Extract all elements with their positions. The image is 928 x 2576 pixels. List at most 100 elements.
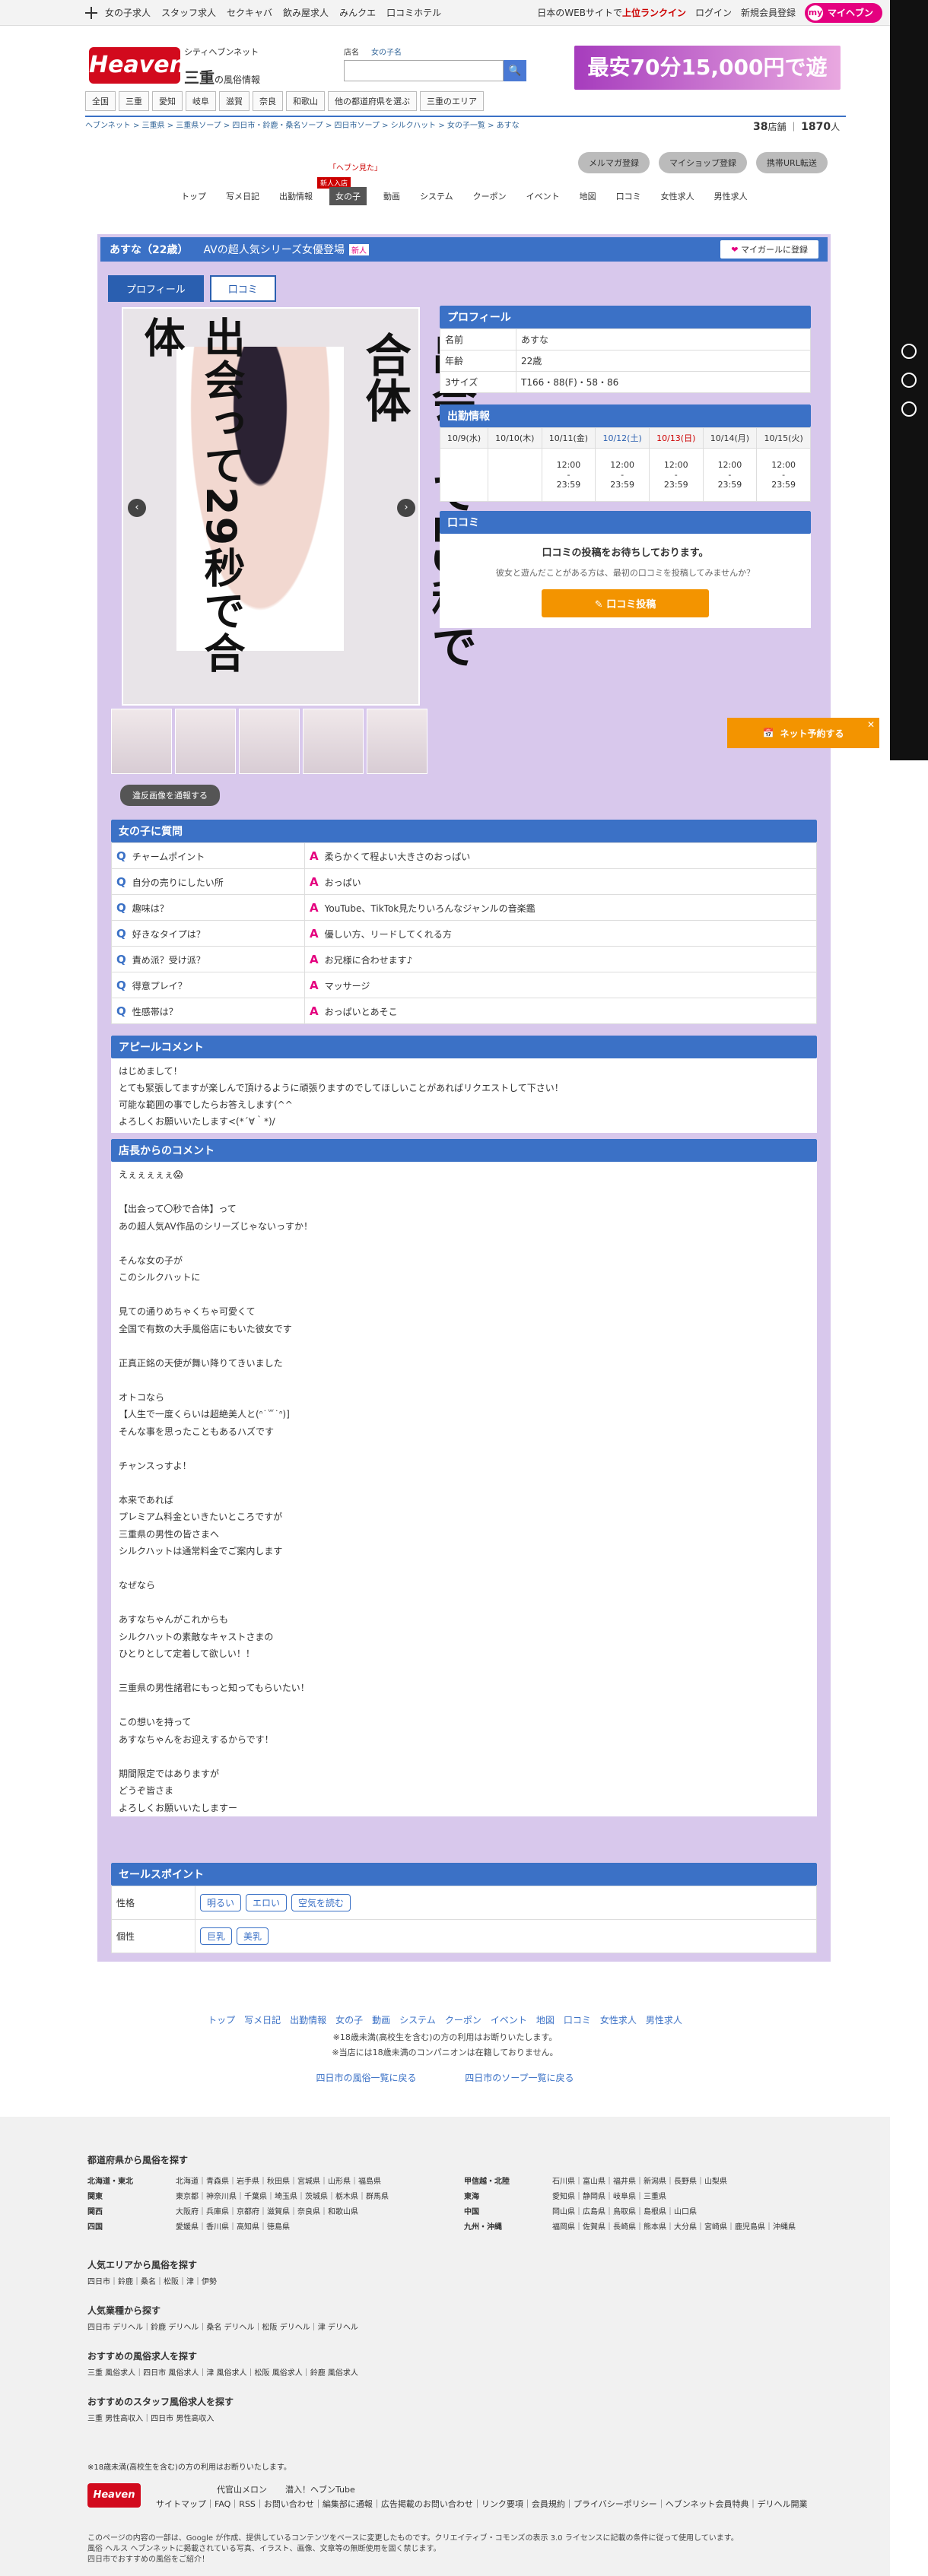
sales-row: 個性 巨乳 美乳 <box>111 1919 817 1953</box>
area-btn[interactable]: 和歌山 <box>286 91 325 111</box>
login-link[interactable]: ログイン <box>695 6 732 19</box>
comment-line <box>111 1663 817 1680</box>
search-button[interactable]: 🔍 <box>504 60 526 81</box>
sales-tag[interactable]: 美乳 <box>237 1927 269 1945</box>
close-icon[interactable]: ✕ <box>867 719 875 730</box>
sales-section: セールスポイント 性格 明るい エロい 空気を読む 個性 巨乳 美乳 <box>111 1863 817 1953</box>
search-tab-girl[interactable]: 女の子名 <box>371 46 402 57</box>
nav-top[interactable]: トップ <box>178 187 209 205</box>
nav-male-job[interactable]: 男性求人 <box>711 187 751 205</box>
sidebar-favorite[interactable] <box>890 344 928 359</box>
toplink-6[interactable]: 口コミホテル <box>386 6 441 19</box>
area-btn[interactable]: 三重のエリア <box>420 91 484 111</box>
prefecture-title: 三重の風俗情報 <box>184 68 261 87</box>
promo-banner[interactable]: 最安70分15,000円で遊ぶ！ <box>574 46 841 124</box>
melon-link[interactable]: 代官山メロン <box>217 2483 267 2495</box>
comment-line: 本来であれば <box>119 1494 173 1505</box>
mygirl-button[interactable]: ❤ マイガールに登録 <box>720 240 818 259</box>
area-btn[interactable]: 愛知 <box>152 91 183 111</box>
footer-logo[interactable]: Heaven <box>87 2483 141 2508</box>
nav-map[interactable]: 地図 <box>577 187 599 205</box>
section-title: 女の子に質問 <box>111 820 817 842</box>
calendar-icon: 📅 <box>762 728 774 738</box>
rank-text: 日本のWEBサイトで上位ランクイン <box>537 8 686 18</box>
comment-line: このシルクハットに <box>119 1272 201 1283</box>
area-btn[interactable]: 他の都道府県を選ぶ <box>328 91 417 111</box>
sidebar-history[interactable] <box>890 373 928 388</box>
thumbnail[interactable] <box>367 709 427 774</box>
nav-review[interactable]: 口コミ <box>613 187 644 205</box>
sidebar-chat[interactable] <box>890 401 928 417</box>
next-arrow-icon[interactable]: › <box>397 499 415 517</box>
tab-profile[interactable]: プロフィール <box>108 275 204 302</box>
myheaven-button[interactable]: my マイヘブン <box>804 2 882 23</box>
tab-review[interactable]: 口コミ <box>209 275 276 302</box>
thumbnail[interactable] <box>239 709 300 774</box>
sales-tag[interactable]: 巨乳 <box>200 1927 233 1945</box>
comment-line <box>111 1560 817 1578</box>
section-title: 出勤情報 <box>440 404 811 427</box>
nav-coupon[interactable]: クーポン <box>470 187 510 205</box>
area-btn[interactable]: 奈良 <box>253 91 283 111</box>
main-photo[interactable]: 出会って29秒で合体 出会って29秒で合体 ‹ › <box>122 307 477 706</box>
heaven-logo[interactable]: Heaven <box>89 47 186 84</box>
profile-table-section: プロフィール 名前 あすな 年齢 22歳 3サイズ T166・88(F)・58・86 <box>440 306 811 393</box>
net-reserve-button[interactable]: 📅 ネット予約する ✕ <box>727 718 879 748</box>
post-review-button[interactable]: ✎ 口コミ投稿 <box>541 589 710 617</box>
search-input[interactable] <box>344 60 504 81</box>
sales-tag[interactable]: 空気を読む <box>291 1894 351 1911</box>
back-to-soap[interactable]: 四日市のソープ一覧に戻る <box>465 2073 574 2083</box>
thumbnail[interactable] <box>303 709 364 774</box>
toplink-5[interactable]: みんクエ <box>339 6 376 19</box>
sales-tag[interactable]: 明るい <box>200 1894 242 1911</box>
toplink-3[interactable]: セクキャバ <box>227 6 272 19</box>
nav-movie[interactable]: 動画 <box>380 187 403 205</box>
myshop-button[interactable]: マイショップ登録 <box>659 152 747 173</box>
nav-system[interactable]: システム <box>417 187 456 205</box>
section-title: プロフィール <box>440 306 811 328</box>
register-link[interactable]: 新規会員登録 <box>741 6 796 19</box>
heart-icon <box>901 344 917 359</box>
toplink-1[interactable]: 女の子求人 <box>105 6 151 19</box>
area-btn[interactable]: 岐阜 <box>186 91 216 111</box>
sales-tag[interactable]: エロい <box>246 1894 288 1911</box>
profile-header: あすな（22歳） AVの超人気シリーズ女優登場 新人 ❤ マイガールに登録 <box>100 237 828 262</box>
nav-girls[interactable]: 女の子 <box>329 187 367 205</box>
comment-line: あすなちゃんがこれからも <box>119 1614 229 1625</box>
toplink-2[interactable]: スタッフ求人 <box>161 6 216 19</box>
schedule-days: 10/9(水) 10/10(木) 10/11(金) 10/12(土) 10/13(日) 1… <box>440 427 811 449</box>
footer-links[interactable]: サイトマップ｜FAQ｜RSS｜お問い合わせ｜編集部に通報｜広告掲載のお問い合わせ… <box>156 2498 810 2511</box>
nav-female-job[interactable]: 女性求人 <box>658 187 698 205</box>
logo-subtitle: シティヘブンネット <box>184 47 259 57</box>
prev-arrow-icon[interactable]: ‹ <box>128 499 146 517</box>
back-to-fuzoku[interactable]: 四日市の風俗一覧に戻る <box>316 2073 416 2083</box>
comment-line: 正真正銘の天使が舞い降りてきいました <box>119 1357 283 1369</box>
search-tab-shop[interactable]: 店名 <box>344 46 359 57</box>
report-image-button[interactable]: 違反画像を通報する <box>120 785 220 806</box>
comment-line: オトコなら <box>119 1391 165 1403</box>
comment-line: そんな女の子が <box>119 1255 183 1266</box>
comment-line: あすなちゃんをお迎えするからです！ <box>119 1734 274 1745</box>
area-btn[interactable]: 三重 <box>119 91 149 111</box>
heaventube-link[interactable]: 潜入！ヘブンTube <box>285 2483 355 2495</box>
thumbnail[interactable] <box>111 709 172 774</box>
nav-event[interactable]: イベント <box>523 187 563 205</box>
qa-row: Q 性感帯は？ A おっぱいとあそこ <box>111 998 817 1024</box>
grid-menu-icon[interactable] <box>85 6 97 19</box>
nav-schedule[interactable]: 出勤情報 <box>276 187 316 205</box>
clock-icon <box>901 373 917 388</box>
mailmag-button[interactable]: メルマガ登録 <box>578 152 650 173</box>
nav-diary[interactable]: 写メ日記 <box>223 187 262 205</box>
area-btn[interactable]: 滋賀 <box>219 91 249 111</box>
mobile-url-button[interactable]: 携帯URL転送 <box>756 152 828 173</box>
schedule-table: 10/9(水) 10/10(木) 10/11(金) 10/12(土) 10/13(日) 1… <box>440 427 811 502</box>
comment-line: この想いを持って <box>119 1717 192 1727</box>
comment-line: よろしくお願いいたしますー <box>119 1802 238 1813</box>
area-btn[interactable]: 全国 <box>85 91 116 111</box>
sales-table: 性格 明るい エロい 空気を読む 個性 巨乳 美乳 <box>111 1886 817 1953</box>
breadcrumb[interactable]: ヘブンネット > 三重県 > 三重県ソープ > 四日市・鈴鹿・桑名ソープ > 四… <box>85 119 520 130</box>
shop-nav: トップ 写メ日記 出勤情報 女の子 動画 システム クーポン イベント 地図 口… <box>178 187 751 205</box>
toplink-4[interactable]: 飲み屋求人 <box>283 6 329 19</box>
thumbnail[interactable] <box>175 709 236 774</box>
search-icon: 🔍 <box>508 65 522 76</box>
